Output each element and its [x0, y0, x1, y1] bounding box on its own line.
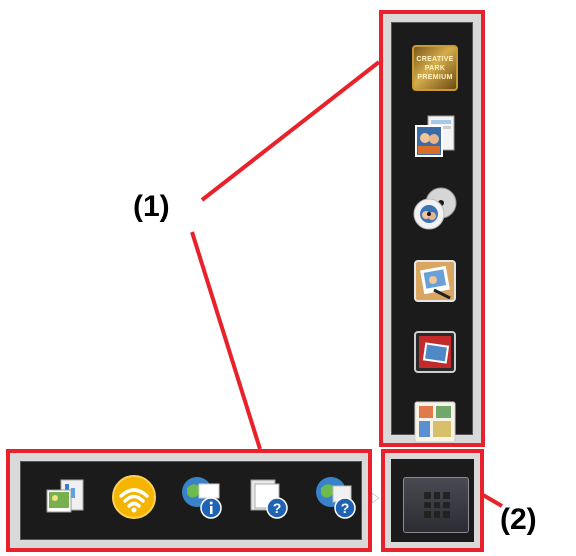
online-help-icon[interactable]: ? — [313, 474, 359, 520]
vertical-menu-panel: CREATIVE PARK PREMIUM — [391, 22, 473, 443]
callout-label-2: (2) — [500, 503, 537, 536]
online-info-icon[interactable] — [179, 474, 225, 520]
vertical-quick-menu: CREATIVE PARK PREMIUM — [379, 10, 485, 447]
wireless-setup-icon[interactable] — [111, 474, 157, 520]
disc-label-icon[interactable] — [412, 185, 458, 231]
callout-label-1: (1) — [133, 190, 170, 223]
toggle-menu-box — [381, 449, 484, 552]
red-album-icon[interactable] — [412, 329, 458, 375]
grid-dots — [424, 492, 450, 518]
creative-park-premium-icon[interactable]: CREATIVE PARK PREMIUM — [412, 45, 458, 91]
creative-park-premium-text: CREATIVE PARK PREMIUM — [416, 55, 454, 81]
expand-right-arrow-icon — [372, 493, 380, 503]
my-image-garden-icon[interactable] — [43, 474, 89, 520]
collage-icon[interactable] — [412, 399, 458, 445]
photo-layout-icon[interactable] — [412, 114, 458, 160]
svg-text:?: ? — [273, 500, 282, 516]
grid-icon[interactable] — [403, 477, 469, 533]
horizontal-menu-panel: ? ? — [20, 461, 362, 540]
toggle-menu-panel — [391, 459, 474, 542]
photo-print-icon[interactable] — [412, 258, 458, 304]
svg-text:?: ? — [341, 500, 350, 516]
help-icon[interactable]: ? — [245, 474, 291, 520]
horizontal-quick-menu: ? ? — [6, 449, 372, 552]
